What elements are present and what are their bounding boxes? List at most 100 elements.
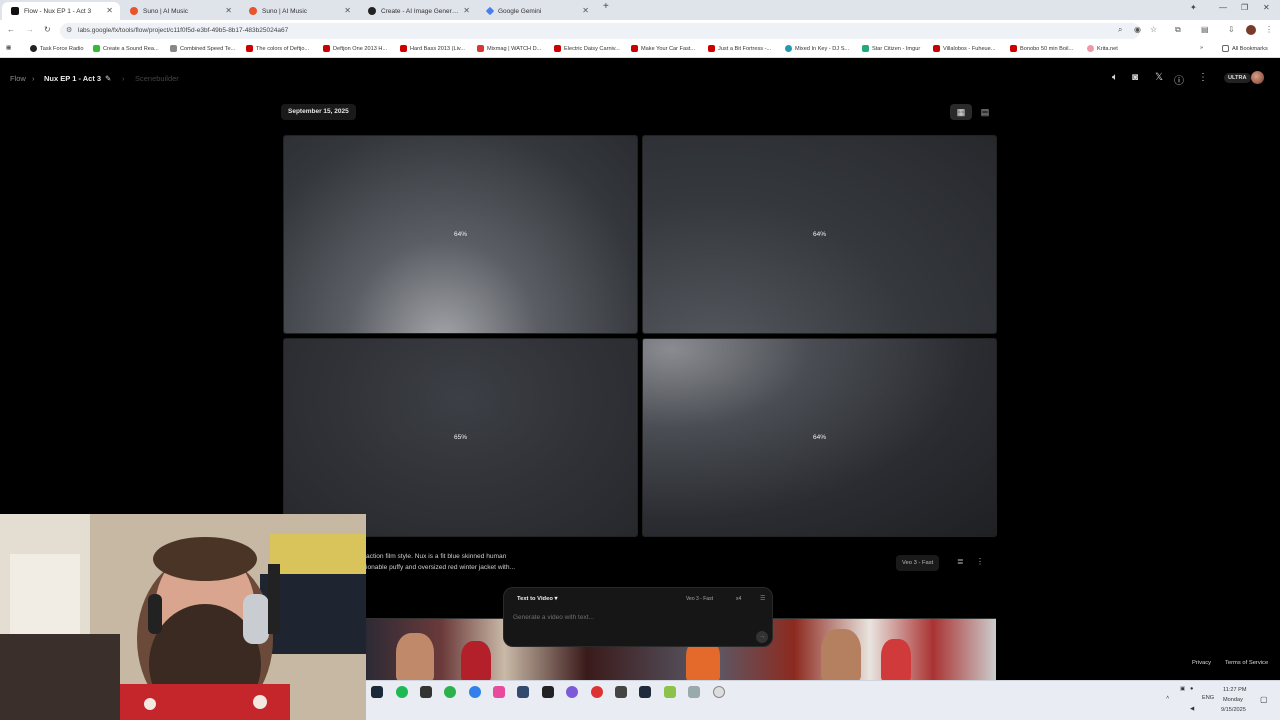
site-info-icon[interactable]: ⚙	[66, 23, 72, 39]
app-icon[interactable]	[420, 686, 432, 698]
all-bookmarks-label: All Bookmarks	[1232, 45, 1268, 52]
network-icon[interactable]: ▣	[1180, 686, 1185, 692]
close-tab-icon[interactable]: ✕	[344, 6, 351, 15]
list-view-button[interactable]: ▤	[974, 104, 996, 120]
output-count-selector[interactable]: x4	[736, 596, 741, 602]
settings-sliders-icon[interactable]: ☰	[760, 595, 765, 602]
mic-icon[interactable]: ●	[1190, 686, 1193, 692]
tab-suno-2[interactable]: Suno | AI Music ✕	[240, 2, 358, 20]
browser-toolbar: ← → ↻ ⚙ labs.google/fx/tools/flow/projec…	[0, 20, 1280, 42]
tab-image-generator[interactable]: Create - AI Image Generator | L ✕	[359, 2, 477, 20]
back-icon[interactable]: ←	[7, 25, 15, 34]
reload-icon[interactable]: ↻	[44, 25, 51, 34]
edge-icon[interactable]	[444, 686, 456, 698]
help-icon[interactable]: ⓘ	[1174, 72, 1184, 87]
close-window-icon[interactable]: ✕	[1263, 3, 1270, 12]
steam-icon[interactable]	[371, 686, 383, 698]
app-icon[interactable]	[517, 686, 529, 698]
app-icon[interactable]	[639, 686, 651, 698]
model-selector[interactable]: Veo 3 - Fast	[686, 596, 713, 602]
close-tab-icon[interactable]: ✕	[225, 6, 232, 15]
app-icon[interactable]	[493, 686, 505, 698]
generation-tile[interactable]: 64%	[642, 338, 997, 537]
grid-view-button[interactable]: ▦	[950, 104, 972, 120]
bookmark-item[interactable]: Deftjon One 2013 H...	[323, 45, 387, 52]
downloads-icon[interactable]: ⇩	[1228, 25, 1235, 34]
row-more-kebab-icon[interactable]: ⋮	[976, 557, 984, 566]
app-icon[interactable]	[688, 686, 700, 698]
apps-grid-icon[interactable]: ▦	[6, 45, 11, 51]
more-kebab-icon[interactable]: ⋮	[1198, 72, 1208, 83]
app-icon[interactable]	[664, 686, 676, 698]
close-tab-icon[interactable]: ✕	[582, 6, 589, 15]
app-icon[interactable]	[542, 686, 554, 698]
bookmark-favicon-icon	[477, 45, 484, 52]
app-icon[interactable]	[469, 686, 481, 698]
bookmark-item[interactable]: Task Force Radio	[30, 45, 84, 52]
bookmark-star-icon[interactable]: ☆	[1150, 25, 1157, 34]
thumbnail-figure	[821, 629, 861, 681]
bookmark-favicon-icon	[30, 45, 37, 52]
bookmark-item[interactable]: The colors of Deftjo...	[246, 45, 309, 52]
notification-icon[interactable]: ▢	[1260, 695, 1268, 704]
gemini-sparkle-icon[interactable]: ✦	[1190, 3, 1197, 12]
bookmark-item[interactable]: Just a Bit Fortress -...	[708, 45, 771, 52]
tab-gemini[interactable]: Google Gemini ✕	[478, 2, 596, 20]
breadcrumb-project[interactable]: Nux EP 1 - Act 3	[44, 74, 101, 83]
restore-icon[interactable]: ❐	[1241, 3, 1248, 12]
generation-tile[interactable]: 64%	[642, 135, 997, 334]
breadcrumb-flow[interactable]: Flow	[10, 74, 26, 83]
user-avatar[interactable]	[1251, 71, 1264, 84]
forward-icon[interactable]: →	[26, 25, 34, 34]
bookmark-item[interactable]: Star Citizen - Imgur	[862, 45, 920, 52]
privacy-link[interactable]: Privacy	[1192, 660, 1211, 666]
extensions-icon[interactable]: ⧉	[1175, 25, 1181, 35]
terms-link[interactable]: Terms of Service	[1225, 660, 1268, 666]
edit-pencil-icon[interactable]: ✎	[105, 74, 111, 83]
all-bookmarks[interactable]: All Bookmarks	[1222, 45, 1268, 52]
send-arrow-icon[interactable]: →	[756, 631, 768, 643]
close-tab-icon[interactable]: ✕	[463, 6, 470, 15]
address-bar[interactable]: ⚙ labs.google/fx/tools/flow/project/c11f…	[60, 23, 1140, 39]
bookmark-item[interactable]: Make Your Car Fast...	[631, 45, 695, 52]
x-twitter-icon[interactable]: 𝕏	[1155, 72, 1163, 83]
tab-flow[interactable]: Flow - Nux EP 1 - Act 3 ✕	[2, 2, 120, 20]
spotify-icon[interactable]	[396, 686, 408, 698]
reading-list-icon[interactable]: ▤	[1201, 25, 1209, 34]
generation-tile[interactable]: 65%	[283, 338, 638, 537]
bookmark-item[interactable]: Krita.net	[1087, 45, 1118, 52]
bookmark-item[interactable]: Create a Sound Rea...	[93, 45, 159, 52]
speaker-icon[interactable]: ◀	[1190, 706, 1194, 712]
menu-kebab-icon[interactable]: ⋮	[1265, 25, 1273, 34]
bookmark-item[interactable]: Electric Daisy Carniv...	[554, 45, 620, 52]
clock-time[interactable]: 11:27 PM	[1223, 687, 1247, 693]
bookmark-item[interactable]: Mixed In Key - DJ S...	[785, 45, 849, 52]
zoom-icon[interactable]: ⌕	[1118, 25, 1122, 35]
tracking-eye-icon[interactable]: ◉	[1134, 25, 1141, 34]
app-icon[interactable]	[615, 686, 627, 698]
bookmark-item[interactable]: Mixmag | WATCH D...	[477, 45, 541, 52]
mode-dropdown[interactable]: Text to Video ▾	[517, 596, 557, 602]
chrome-icon[interactable]	[591, 686, 603, 698]
volume-icon[interactable]: 🔈︎	[1112, 72, 1118, 83]
minimize-icon[interactable]: —	[1219, 3, 1227, 12]
reuse-prompt-icon[interactable]: ≣	[957, 557, 964, 566]
tray-chevron-icon[interactable]: ˄	[1166, 695, 1169, 701]
discord-icon[interactable]: ◙	[1132, 72, 1138, 83]
count-label: x4	[736, 596, 742, 602]
bookmark-item[interactable]: Combined Speed Te...	[170, 45, 235, 52]
bookmark-item[interactable]: Hard Bass 2013 (Liv...	[400, 45, 465, 52]
bookmark-item[interactable]: Villalobos - Fuheue...	[933, 45, 995, 52]
tab-suno-1[interactable]: Suno | AI Music ✕	[121, 2, 239, 20]
settings-icon[interactable]	[713, 686, 725, 698]
prompt-input[interactable]	[513, 610, 743, 624]
bookmark-item[interactable]: Bonobo 50 min Boil...	[1010, 45, 1073, 52]
close-tab-icon[interactable]: ✕	[106, 6, 113, 15]
breadcrumb-scenebuilder[interactable]: Scenebuilder	[135, 74, 179, 83]
bookmarks-overflow-icon[interactable]: »	[1200, 45, 1203, 51]
app-icon[interactable]	[566, 686, 578, 698]
new-tab-button[interactable]: +	[603, 1, 609, 12]
language-indicator[interactable]: ENG	[1202, 695, 1214, 701]
generation-tile[interactable]: 64%	[283, 135, 638, 334]
profile-avatar[interactable]	[1246, 25, 1256, 35]
